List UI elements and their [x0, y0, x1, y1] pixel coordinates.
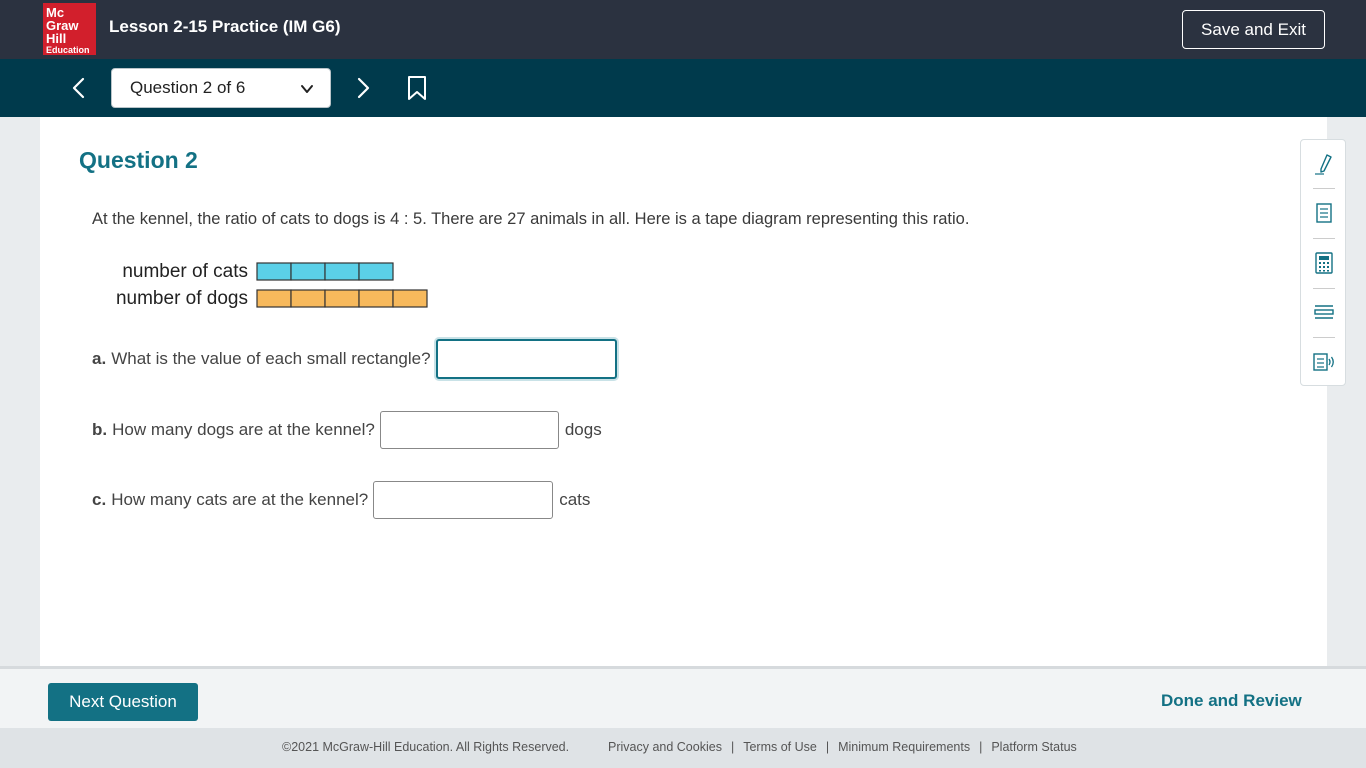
tools-divider [1313, 238, 1335, 239]
footer-links: Privacy and Cookies | Terms of Use | Min… [608, 740, 1077, 754]
question-select-dropdown[interactable]: Question 2 of 6 [111, 68, 331, 108]
question-prompt: At the kennel, the ratio of cats to dogs… [92, 210, 970, 228]
tape-segment [290, 289, 326, 308]
part-b: b. How many dogs are at the kennel? dogs [92, 411, 602, 449]
cats-tape [256, 262, 394, 281]
footer: ©2021 McGraw-Hill Education. All Rights … [0, 728, 1366, 768]
tape-diagram: number of cats number of dogs [116, 261, 428, 309]
top-bar: Mc Graw Hill Education Lesson 2-15 Pract… [0, 0, 1366, 59]
tape-segment [358, 289, 394, 308]
lesson-title: Lesson 2-15 Practice (IM G6) [109, 17, 341, 36]
tape-segment [256, 289, 292, 308]
chevron-down-icon [301, 85, 313, 93]
part-b-unit: dogs [564, 420, 602, 439]
tape-segment [324, 262, 360, 281]
tape-segment [324, 289, 360, 308]
platform-status-link[interactable]: Platform Status [991, 740, 1076, 754]
copyright-text: ©2021 McGraw-Hill Education. All Rights … [282, 740, 570, 754]
part-a-text: What is the value of each small rectangl… [111, 349, 431, 368]
question-select-value: Question 2 of 6 [130, 78, 246, 97]
part-c-text: How many cats are at the kennel? [111, 490, 369, 509]
tape-segment [358, 262, 394, 281]
done-and-review-link[interactable]: Done and Review [1161, 691, 1302, 711]
part-c-answer-input[interactable] [373, 481, 554, 519]
cats-row-label: number of cats [122, 261, 248, 282]
line-reader-icon[interactable] [1312, 300, 1336, 324]
pen-icon[interactable] [1312, 152, 1336, 176]
tools-panel [1300, 139, 1346, 386]
dogs-row-label: number of dogs [116, 288, 248, 309]
part-a-letter: a. [92, 349, 107, 368]
part-c-unit: cats [559, 490, 591, 509]
question-heading: Question 2 [79, 147, 198, 173]
tools-divider [1313, 188, 1335, 189]
question-nav-bar: Question 2 of 6 [0, 59, 1366, 117]
link-separator: | [730, 740, 735, 754]
part-b-answer-input[interactable] [379, 411, 559, 449]
requirements-link[interactable]: Minimum Requirements [838, 740, 970, 754]
next-question-button[interactable]: Next Question [48, 683, 198, 721]
dogs-tape [256, 289, 428, 308]
question-panel: Question 2 At the kennel, the ratio of c… [40, 117, 1327, 666]
part-b-text: How many dogs are at the kennel? [112, 420, 375, 439]
part-a-answer-input[interactable] [435, 339, 617, 379]
text-to-speech-icon[interactable] [1312, 350, 1336, 374]
calculator-icon[interactable] [1312, 251, 1336, 275]
part-a: a. What is the value of each small recta… [92, 339, 617, 379]
notepad-icon[interactable] [1312, 201, 1336, 225]
previous-question-icon[interactable] [66, 75, 92, 101]
terms-link[interactable]: Terms of Use [743, 740, 817, 754]
next-question-icon[interactable] [350, 75, 376, 101]
tape-segment [392, 289, 428, 308]
part-b-letter: b. [92, 420, 108, 439]
tape-segment [256, 262, 292, 281]
bottom-action-bar: Next Question Done and Review [0, 666, 1366, 728]
link-separator: | [979, 740, 983, 754]
tape-segment [290, 262, 326, 281]
privacy-link[interactable]: Privacy and Cookies [608, 740, 722, 754]
save-and-exit-button[interactable]: Save and Exit [1182, 10, 1325, 49]
part-c-letter: c. [92, 490, 107, 509]
tools-divider [1313, 288, 1335, 289]
mcgraw-hill-logo: Mc Graw Hill Education [43, 3, 96, 55]
part-c: c. How many cats are at the kennel? cats [92, 481, 590, 519]
link-separator: | [825, 740, 830, 754]
tools-divider [1313, 337, 1335, 338]
bookmark-icon[interactable] [405, 75, 429, 101]
